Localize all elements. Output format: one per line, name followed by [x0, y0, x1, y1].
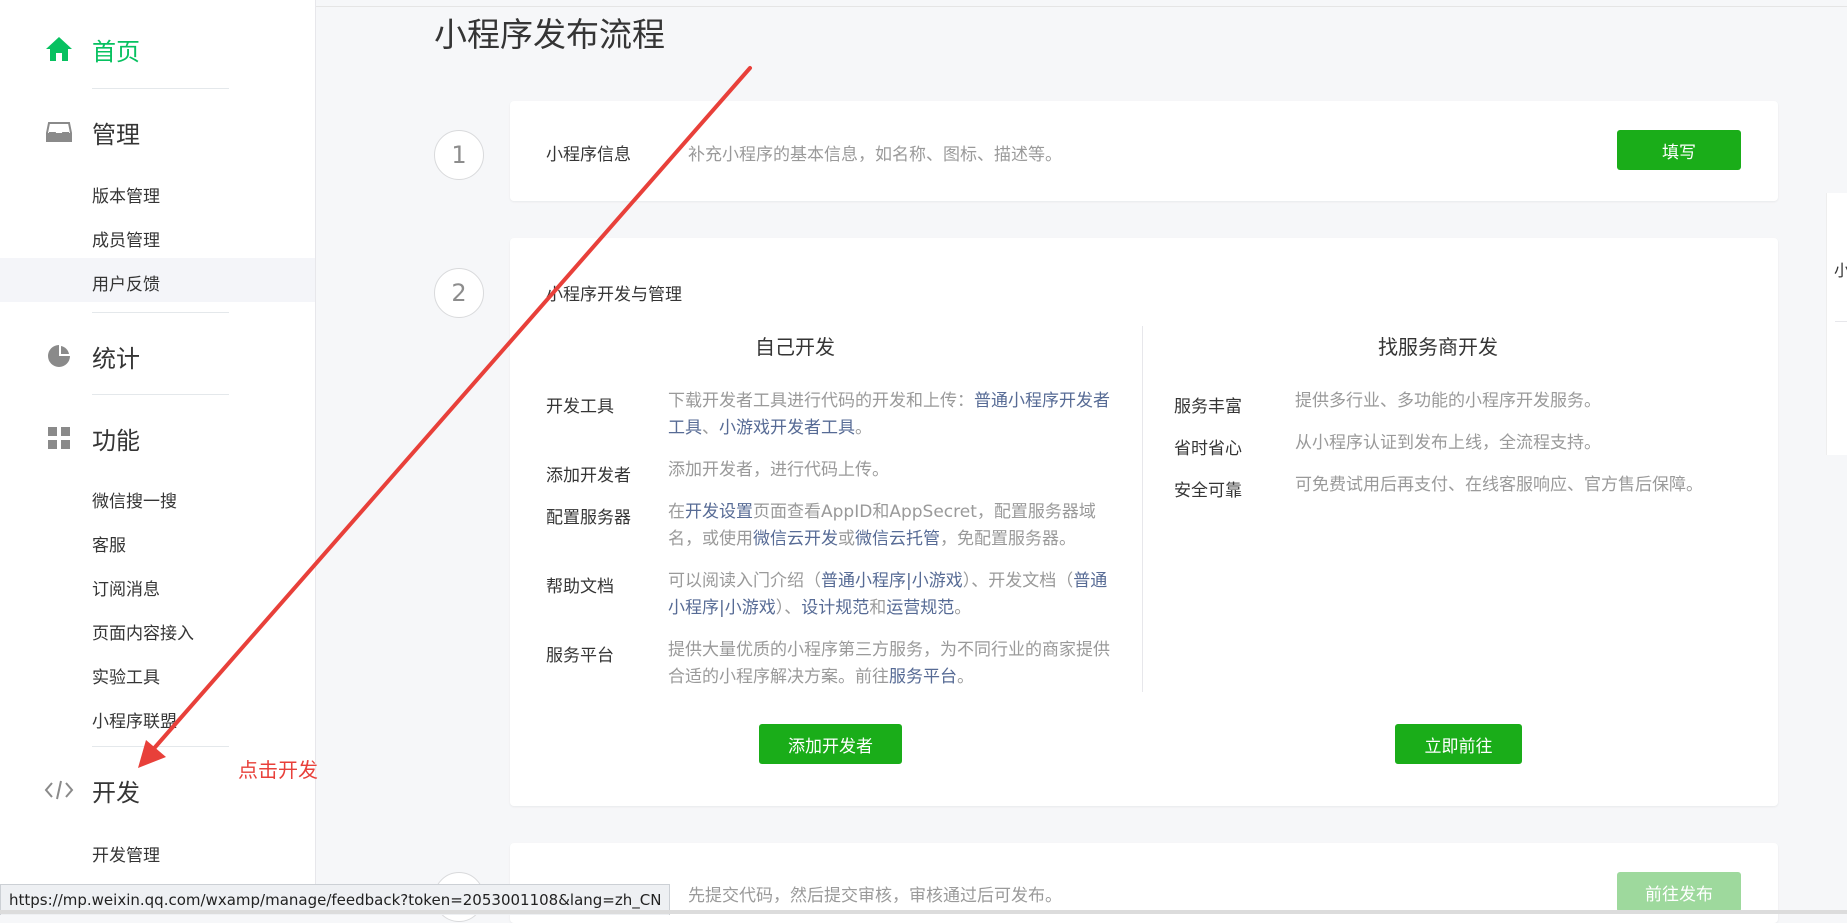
top-border: [316, 0, 1847, 7]
game-dev-tools-link[interactable]: 小游戏开发者工具: [719, 418, 855, 438]
bottom-bar: [0, 910, 1847, 914]
dev-settings-link[interactable]: 开发设置: [685, 502, 753, 522]
cloud-dev-link[interactable]: 微信云开发: [753, 529, 838, 549]
step-label: 小程序开发与管理: [546, 285, 682, 305]
row-key: 服务平台: [546, 646, 614, 666]
step-number: 1: [434, 130, 484, 180]
sidebar-item-version-manage[interactable]: 版本管理: [92, 182, 160, 207]
sidebar-item-label: 管理: [92, 120, 140, 149]
sidebar-item-label: 统计: [92, 344, 140, 373]
sidebar-item-home[interactable]: 首页: [44, 29, 140, 69]
intro-mini-game-link[interactable]: 小游戏: [912, 571, 963, 591]
sidebar-item-member-manage[interactable]: 成员管理: [92, 226, 160, 251]
step1-card: 小程序信息 补充小程序的基本信息，如名称、图标、描述等。 填写: [510, 101, 1778, 201]
sidebar-item-manage[interactable]: 管理: [44, 112, 140, 152]
row-value: 提供多行业、多功能的小程序开发服务。: [1295, 391, 1601, 411]
divider: [92, 312, 229, 313]
grid-icon: [44, 423, 74, 453]
step-label: 小程序信息: [546, 145, 631, 165]
row-value: 在开发设置页面查看AppID和AppSecret，配置服务器域名，或使用微信云开…: [668, 502, 1096, 549]
inbox-icon: [44, 117, 74, 147]
row-key: 安全可靠: [1174, 481, 1242, 501]
fill-in-button[interactable]: 填写: [1617, 130, 1741, 170]
go-publish-button[interactable]: 前往发布: [1617, 872, 1741, 912]
service-platform-link[interactable]: 服务平台: [889, 667, 957, 687]
row-value: 提供大量优质的小程序第三方服务，为不同行业的商家提供合适的小程序解决方案。前往服…: [668, 640, 1110, 687]
column-divider: [1142, 326, 1143, 692]
sidebar-item-subscribe-message[interactable]: 订阅消息: [92, 575, 160, 600]
sidebar-item-develop-manage[interactable]: 开发管理: [92, 841, 160, 866]
sidebar-item-label: 首页: [92, 37, 140, 66]
sidebar-item-stats[interactable]: 统计: [44, 336, 140, 376]
intro-mini-program-link[interactable]: 普通小程序: [821, 571, 906, 591]
row-value: 添加开发者，进行代码上传。: [668, 460, 889, 480]
divider: [92, 88, 229, 89]
step-number: 2: [434, 268, 484, 318]
row-value: 从小程序认证到发布上线，全流程支持。: [1295, 433, 1601, 453]
sidebar-item-experiment-tools[interactable]: 实验工具: [92, 663, 160, 688]
go-now-button[interactable]: 立即前往: [1395, 724, 1522, 764]
ops-spec-link[interactable]: 运营规范: [886, 598, 954, 618]
divider: [92, 746, 229, 747]
divider: [1835, 321, 1847, 322]
page-title: 小程序发布流程: [434, 15, 665, 54]
step2-card: 小程序开发与管理 自己开发 开发工具 下载开发者工具进行代码的开发和上传：普通小…: [510, 238, 1778, 806]
vendor-develop-title: 找服务商开发: [1378, 335, 1498, 359]
row-key: 开发工具: [546, 397, 614, 417]
sidebar-item-union[interactable]: 小程序联盟: [92, 707, 177, 732]
design-spec-link[interactable]: 设计规范: [801, 598, 869, 618]
self-develop-title: 自己开发: [755, 335, 835, 359]
home-icon: [44, 34, 74, 64]
sidebar-item-page-content[interactable]: 页面内容接入: [92, 619, 194, 644]
sidebar-item-develop[interactable]: 开发: [44, 770, 140, 810]
row-key: 省时省心: [1174, 439, 1242, 459]
side-float-panel[interactable]: 小: [1826, 193, 1847, 455]
pie-chart-icon: [44, 341, 74, 371]
row-value: 可以阅读入门介绍（普通小程序|小游戏）、开发文档（普通小程序|小游戏）、设计规范…: [668, 571, 1108, 618]
row-key: 配置服务器: [546, 508, 631, 528]
panel-text: 小: [1834, 261, 1847, 280]
sidebar-item-user-feedback[interactable]: 用户反馈: [92, 270, 160, 295]
annotation-text: 点击开发: [238, 758, 318, 782]
cloud-hosting-link[interactable]: 微信云托管: [855, 529, 940, 549]
add-developer-button[interactable]: 添加开发者: [759, 724, 902, 764]
row-key: 帮助文档: [546, 577, 614, 597]
sidebar-item-label: 功能: [92, 426, 140, 455]
code-icon: [44, 775, 74, 805]
sidebar-item-label: 开发: [92, 778, 140, 807]
row-value: 可免费试用后再支付、在线客服响应、官方售后保障。: [1295, 475, 1703, 495]
row-key: 服务丰富: [1174, 397, 1242, 417]
row-value: 下载开发者工具进行代码的开发和上传：普通小程序开发者工具、小游戏开发者工具。: [668, 391, 1110, 438]
sidebar-item-features[interactable]: 功能: [44, 418, 140, 458]
row-key: 添加开发者: [546, 466, 631, 486]
sidebar-item-wechat-search[interactable]: 微信搜一搜: [92, 487, 177, 512]
step-description: 补充小程序的基本信息，如名称、图标、描述等。: [688, 145, 1062, 165]
doc-mini-game-link[interactable]: 小游戏: [725, 598, 776, 618]
sidebar-item-customer-service[interactable]: 客服: [92, 531, 126, 556]
step-description: 先提交代码，然后提交审核，审核通过后可发布。: [688, 886, 1062, 906]
divider: [92, 394, 229, 395]
